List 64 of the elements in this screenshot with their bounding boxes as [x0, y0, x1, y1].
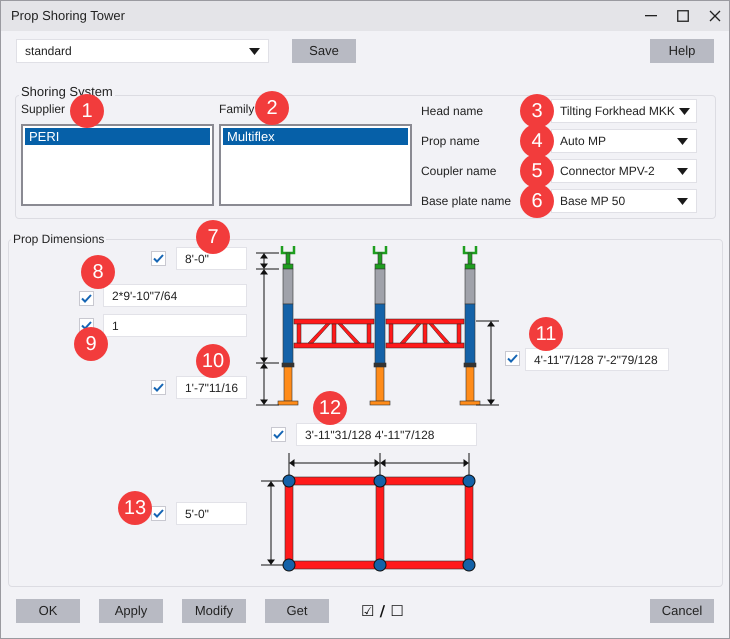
callout-badge: 13 — [118, 491, 152, 525]
list-label: Supplier — [21, 101, 66, 118]
checkbox[interactable] — [79, 291, 94, 306]
input-field[interactable]: 8'-0" — [176, 247, 247, 270]
check-icon — [153, 383, 164, 392]
caret-icon — [677, 168, 688, 174]
checkbox[interactable] — [151, 380, 166, 395]
window-title: Prop Shoring Tower — [11, 7, 125, 26]
callout-badge: 7 — [196, 220, 230, 254]
button[interactable]: Cancel — [650, 599, 714, 623]
callout-badge: 3 — [520, 94, 554, 128]
button[interactable]: Apply — [99, 599, 163, 623]
button[interactable]: Modify — [182, 599, 246, 623]
button[interactable]: Get — [265, 599, 329, 623]
callout-badge: 2 — [255, 91, 289, 125]
field-label: Prop name — [421, 134, 480, 148]
checkbox[interactable] — [151, 506, 166, 521]
check-icon — [507, 354, 518, 363]
caret-icon — [677, 198, 688, 204]
callout-badge: 8 — [81, 255, 115, 289]
dropdown[interactable]: Connector MPV-2 — [551, 159, 697, 183]
callout-badge: 9 — [74, 327, 108, 361]
maximize-icon[interactable] — [677, 10, 689, 22]
callout-badge: 6 — [520, 184, 554, 218]
minimize-icon[interactable] — [645, 15, 657, 17]
check-icon — [81, 294, 92, 303]
check-toggle-button[interactable]: ☑ / ☐ — [357, 599, 408, 623]
list-label: Family — [219, 101, 254, 118]
callout-badge: 12 — [313, 391, 347, 425]
button[interactable]: Help — [650, 39, 714, 63]
button[interactable]: OK — [16, 599, 80, 623]
input-field[interactable]: 2*9'-10"7/64 — [103, 284, 247, 307]
input-field[interactable]: 1 — [103, 314, 247, 337]
input-field[interactable]: 4'-11"7/128 7'-2"79/128 — [525, 348, 669, 371]
dropdown[interactable]: Base MP 50 — [551, 189, 697, 213]
input-field[interactable]: 5'-0" — [176, 502, 247, 525]
check-icon — [153, 254, 164, 263]
callout-badge: 5 — [520, 154, 554, 188]
check-icon — [273, 430, 284, 439]
checkbox[interactable] — [151, 251, 166, 266]
dropdown[interactable]: Auto MP — [551, 129, 697, 153]
checkbox[interactable] — [505, 351, 520, 366]
input-field[interactable]: 1'-7"11/16 — [176, 376, 247, 399]
dropdown[interactable]: Tilting Forkhead MKK — [551, 99, 697, 123]
check-icon — [153, 509, 164, 518]
checkbox[interactable] — [271, 427, 286, 442]
caret-icon — [249, 48, 260, 54]
dropdown[interactable]: standard — [16, 39, 269, 63]
list-item[interactable]: PERI — [25, 128, 210, 145]
callout-badge: 11 — [529, 317, 563, 351]
list-item[interactable]: Multiflex — [223, 128, 408, 145]
button[interactable]: Save — [292, 39, 356, 63]
list-box[interactable]: Multiflex — [219, 124, 412, 206]
callout-badge: 10 — [196, 344, 230, 378]
callout-badge: 4 — [520, 124, 554, 158]
list-box[interactable]: PERI — [21, 124, 214, 206]
caret-icon — [678, 108, 690, 114]
field-label: Head name — [421, 104, 484, 118]
check-icon — [81, 321, 92, 330]
field-label: Base plate name — [421, 194, 512, 208]
caret-icon — [677, 138, 688, 144]
input-field[interactable]: 3'-11"31/128 4'-11"7/128 — [296, 423, 477, 446]
close-icon[interactable] — [709, 10, 721, 22]
field-label: Coupler name — [421, 164, 496, 178]
